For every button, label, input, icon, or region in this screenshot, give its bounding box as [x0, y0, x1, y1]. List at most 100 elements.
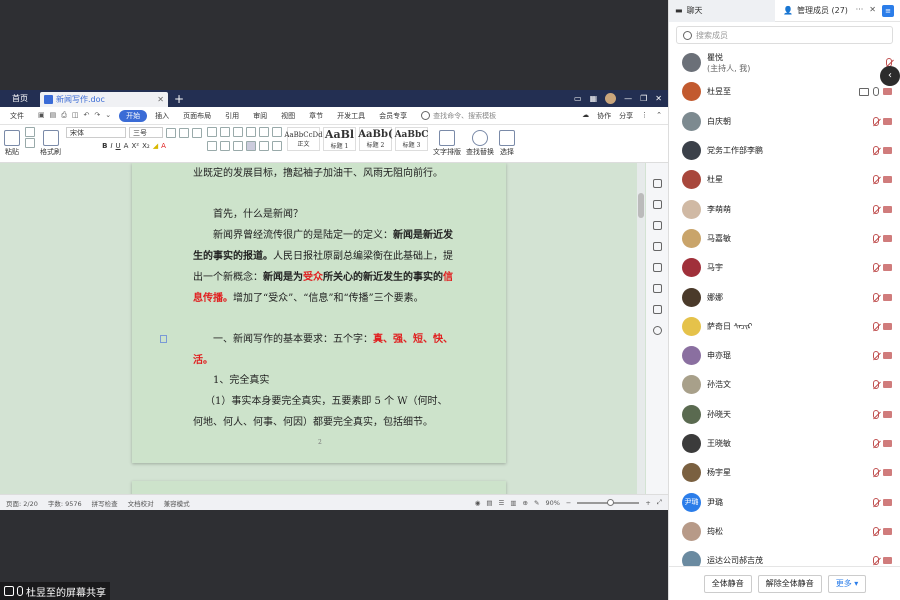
- member-row[interactable]: 筠松: [669, 517, 900, 546]
- camera-off-icon[interactable]: [883, 88, 892, 96]
- show-marks-icon[interactable]: [272, 127, 282, 137]
- word-count[interactable]: 字数: 9576: [48, 498, 82, 508]
- sort-icon[interactable]: [259, 127, 269, 137]
- page-view-icon[interactable]: ▤: [486, 499, 492, 507]
- member-row[interactable]: 白庆朝: [669, 107, 900, 136]
- image-tool-icon[interactable]: [652, 263, 662, 272]
- member-row[interactable]: 娜娜: [669, 282, 900, 311]
- grid-icon[interactable]: ▦: [590, 94, 598, 103]
- zoom-in-icon[interactable]: +: [645, 499, 650, 507]
- mic-off-icon[interactable]: [873, 146, 879, 156]
- camera-off-icon[interactable]: [883, 264, 892, 272]
- mic-off-icon[interactable]: [873, 468, 879, 478]
- mic-off-icon[interactable]: [873, 409, 879, 419]
- mic-off-icon[interactable]: [873, 116, 879, 126]
- mic-off-icon[interactable]: [873, 175, 879, 185]
- unmute-all-button[interactable]: 解除全体静音: [757, 574, 822, 593]
- member-row[interactable]: 李萌萌: [669, 194, 900, 223]
- menu-member[interactable]: 会员专享: [373, 111, 413, 121]
- mic-off-icon[interactable]: [873, 321, 879, 331]
- bold-icon[interactable]: B: [102, 142, 107, 150]
- text-layout-group[interactable]: 文字排版: [433, 127, 461, 157]
- distribute-icon[interactable]: [259, 141, 269, 151]
- home-tab[interactable]: 首页: [0, 93, 40, 104]
- member-row[interactable]: 运达公司郝吉茂: [669, 546, 900, 566]
- web-view-icon[interactable]: ⊕: [523, 499, 528, 507]
- spell-check[interactable]: 拼写检查: [92, 498, 118, 508]
- paste-group[interactable]: 粘贴: [4, 127, 20, 157]
- minimize-icon[interactable]: —: [624, 94, 632, 103]
- member-row[interactable]: 杜昱至: [669, 77, 900, 106]
- mic-off-icon[interactable]: [873, 526, 879, 536]
- menu-page-layout[interactable]: 页面布局: [177, 111, 217, 121]
- camera-off-icon[interactable]: [883, 293, 892, 301]
- doc-proofread[interactable]: 文档校对: [128, 498, 154, 508]
- zoom-slider-handle[interactable]: [607, 498, 615, 506]
- font-select[interactable]: 宋体: [66, 127, 126, 138]
- share-button[interactable]: 分享: [619, 111, 633, 121]
- camera-off-icon[interactable]: [883, 410, 892, 418]
- camera-off-icon[interactable]: [883, 440, 892, 447]
- camera-off-icon[interactable]: [883, 352, 892, 360]
- camera-off-icon[interactable]: [883, 147, 892, 155]
- write-view-icon[interactable]: ✎: [534, 499, 539, 507]
- document-page-next[interactable]: [132, 481, 506, 494]
- undo-icon[interactable]: ↶: [83, 111, 89, 120]
- outdent-icon[interactable]: [233, 127, 243, 137]
- fit-window-icon[interactable]: ⤢: [657, 498, 662, 507]
- mic-icon[interactable]: [873, 87, 879, 97]
- user-avatar[interactable]: [605, 93, 617, 104]
- mic-off-icon[interactable]: [873, 351, 879, 361]
- print-icon[interactable]: ⎙: [61, 111, 67, 120]
- camera-off-icon[interactable]: [883, 469, 892, 477]
- collaborate-button[interactable]: 协作: [597, 111, 611, 121]
- align-center-icon[interactable]: [220, 141, 230, 151]
- mic-off-icon[interactable]: [873, 380, 879, 390]
- member-row[interactable]: 王晓敏: [669, 429, 900, 458]
- adjust-tool-icon[interactable]: [652, 242, 662, 251]
- camera-off-icon[interactable]: [883, 176, 892, 184]
- member-row[interactable]: 杨宇星: [669, 458, 900, 487]
- collapse-ribbon-icon[interactable]: ⌃: [656, 111, 662, 121]
- scroll-thumb[interactable]: [638, 193, 644, 218]
- save-icon[interactable]: ▣: [38, 111, 45, 120]
- align-right-icon[interactable]: [233, 141, 243, 151]
- member-search[interactable]: 搜索成员: [676, 26, 893, 44]
- mic-off-icon[interactable]: [873, 263, 879, 273]
- member-row[interactable]: 申亦琨: [669, 341, 900, 370]
- grow-font-icon[interactable]: [166, 127, 176, 138]
- shrink-font-icon[interactable]: [179, 127, 189, 138]
- indent-icon[interactable]: [246, 127, 256, 137]
- clear-format-icon[interactable]: [192, 127, 202, 138]
- edit-tool-icon[interactable]: [652, 200, 662, 209]
- member-row[interactable]: 马宇: [669, 253, 900, 282]
- camera-off-icon[interactable]: [883, 117, 892, 125]
- tab-chat[interactable]: ▬ 聊天: [669, 0, 775, 22]
- document-area[interactable]: 业既定的发展目标，撸起袖子加油干、风雨无阻向前行。 首先，什么是新闻？ 新闻界曾…: [0, 163, 668, 494]
- menu-chapter[interactable]: 章节: [303, 111, 329, 121]
- menu-insert[interactable]: 插入: [149, 111, 175, 121]
- underline-icon[interactable]: U: [116, 142, 121, 150]
- camera-off-icon[interactable]: [883, 527, 892, 535]
- tab-members[interactable]: 👤 管理成员 (27): [775, 5, 848, 16]
- subscript-icon[interactable]: X₂: [142, 142, 150, 150]
- italic-icon[interactable]: I: [110, 142, 112, 150]
- document-page[interactable]: 业既定的发展目标，撸起袖子加油干、风雨无阻向前行。 首先，什么是新闻？ 新闻界曾…: [132, 163, 506, 463]
- style-heading-2[interactable]: AaBb( 标题 2: [358, 127, 393, 151]
- restore-icon[interactable]: ❐: [640, 94, 647, 103]
- camera-off-icon[interactable]: [883, 381, 892, 389]
- superscript-icon[interactable]: X²: [131, 142, 139, 150]
- dropdown-icon[interactable]: ⌄: [105, 111, 111, 120]
- menu-file[interactable]: 文件: [4, 111, 30, 121]
- command-search[interactable]: 查找命令、搜索模板: [421, 111, 496, 121]
- mute-all-button[interactable]: 全体静音: [703, 574, 752, 593]
- more-button[interactable]: 更多 ▾: [827, 574, 867, 593]
- member-row[interactable]: 孙晓天: [669, 400, 900, 429]
- paragraph-handle-icon[interactable]: [160, 335, 167, 343]
- line-spacing-icon[interactable]: [272, 141, 282, 151]
- mic-off-icon[interactable]: [873, 233, 879, 243]
- member-row[interactable]: 孙浩文: [669, 370, 900, 399]
- mic-off-icon[interactable]: [873, 556, 879, 566]
- outline-view-icon[interactable]: ☰: [499, 499, 505, 507]
- cloud-sync-icon[interactable]: ☁: [582, 111, 589, 121]
